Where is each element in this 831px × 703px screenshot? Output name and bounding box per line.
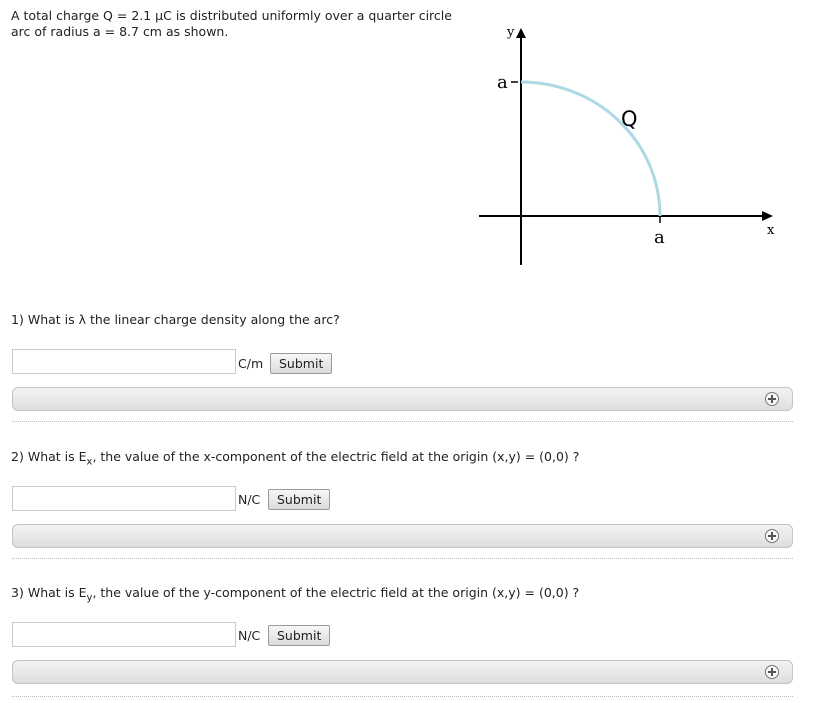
hint-bar-2[interactable] <box>12 524 793 548</box>
submit-2-button[interactable]: Submit <box>268 489 331 510</box>
unit-3-label: N/C <box>238 628 261 643</box>
plus-circle-icon[interactable] <box>765 529 779 543</box>
a-y-label: a <box>497 72 508 93</box>
problem-line-1: A total charge Q = 2.1 μC is distributed… <box>11 8 452 23</box>
problem-statement: A total charge Q = 2.1 μC is distributed… <box>11 8 481 40</box>
charge-label: Q <box>621 107 638 131</box>
unit-1-label: C/m <box>238 356 264 371</box>
charged-arc <box>520 80 662 217</box>
question-1-number: 1) <box>11 312 24 327</box>
y-axis-label: y <box>506 25 515 40</box>
a-x-label: a <box>654 227 665 248</box>
divider-3 <box>12 696 793 697</box>
question-2: 2) What is Ex, the value of the x-compon… <box>11 449 579 471</box>
question-1: 1) What is λ the linear charge density a… <box>11 312 340 328</box>
question-3-text-pre: What is E <box>27 585 87 600</box>
submit-1-button[interactable]: Submit <box>270 353 333 374</box>
x-axis-arrow <box>762 211 773 221</box>
divider-2 <box>12 558 793 559</box>
question-2-number: 2) <box>11 449 24 464</box>
plus-circle-icon[interactable] <box>765 392 779 406</box>
question-3-number: 3) <box>11 585 24 600</box>
hint-bar-3[interactable] <box>12 660 793 684</box>
question-2-text-post: , the value of the x-component of the el… <box>92 449 580 464</box>
x-axis-label: x <box>767 223 775 238</box>
hint-bar-1[interactable] <box>12 387 793 411</box>
plus-circle-icon[interactable] <box>765 665 779 679</box>
question-3: 3) What is Ey, the value of the y-compon… <box>11 585 579 607</box>
answer-1-input[interactable] <box>12 349 236 374</box>
question-2-text-pre: What is E <box>27 449 87 464</box>
problem-line-2: arc of radius a = 8.7 cm as shown. <box>11 24 229 39</box>
answer-3-input[interactable] <box>12 622 236 647</box>
answer-2-input[interactable] <box>12 486 236 511</box>
unit-2-label: N/C <box>238 492 261 507</box>
quarter-circle-figure: y x a a Q <box>479 25 775 265</box>
divider-1 <box>12 421 793 422</box>
submit-3-button[interactable]: Submit <box>268 625 331 646</box>
question-1-text: What is λ the linear charge density alon… <box>27 312 340 327</box>
question-3-text-post: , the value of the y-component of the el… <box>92 585 580 600</box>
y-axis-arrow <box>516 28 526 38</box>
